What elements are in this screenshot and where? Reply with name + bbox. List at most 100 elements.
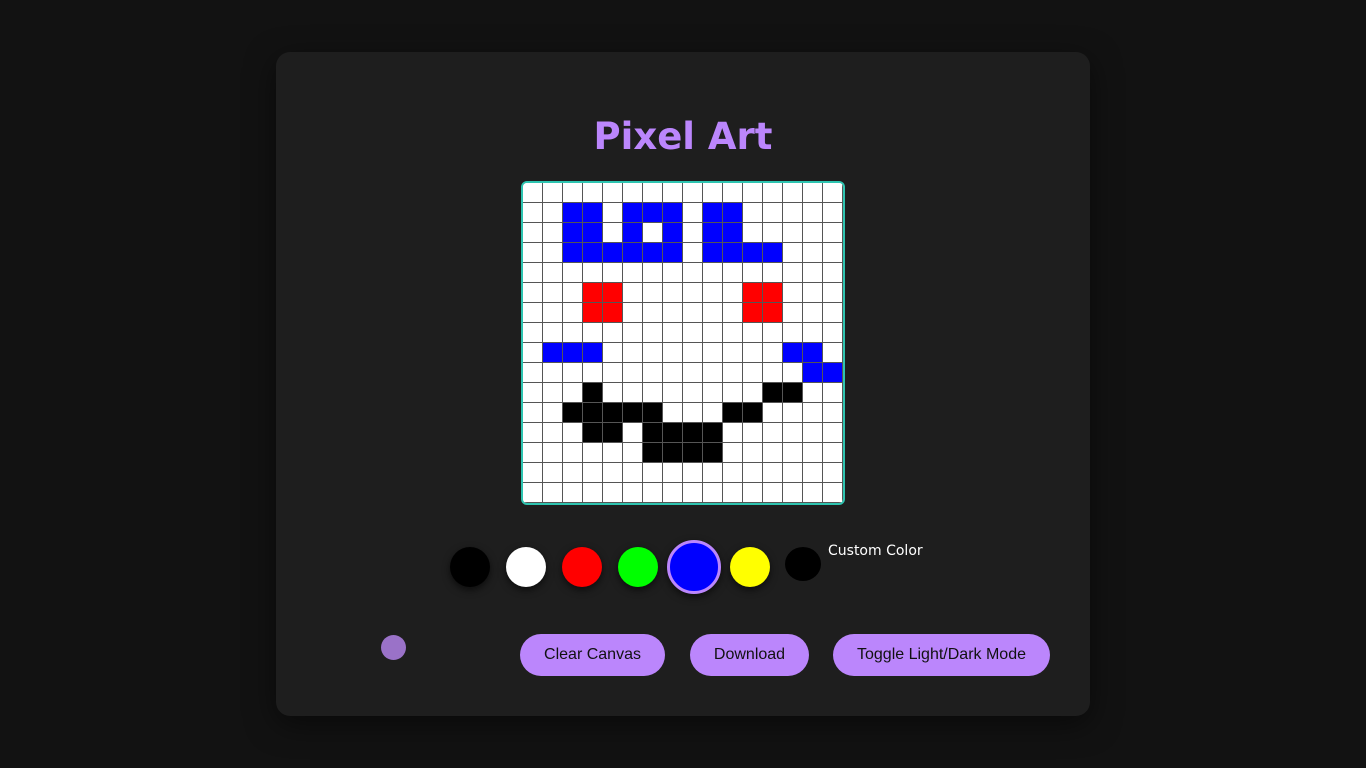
pixel-cell[interactable]: [583, 463, 603, 483]
pixel-cell[interactable]: [663, 243, 683, 263]
pixel-cell[interactable]: [663, 283, 683, 303]
pixel-cell[interactable]: [743, 323, 763, 343]
pixel-cell[interactable]: [543, 303, 563, 323]
pixel-cell[interactable]: [523, 463, 543, 483]
pixel-cell[interactable]: [703, 423, 723, 443]
pixel-cell[interactable]: [663, 423, 683, 443]
pixel-cell[interactable]: [563, 323, 583, 343]
pixel-cell[interactable]: [523, 243, 543, 263]
pixel-cell[interactable]: [603, 303, 623, 323]
pixel-cell[interactable]: [623, 303, 643, 323]
pixel-cell[interactable]: [523, 323, 543, 343]
pixel-cell[interactable]: [583, 323, 603, 343]
pixel-cell[interactable]: [703, 263, 723, 283]
pixel-cell[interactable]: [803, 323, 823, 343]
pixel-cell[interactable]: [783, 283, 803, 303]
pixel-cell[interactable]: [823, 283, 843, 303]
pixel-cell[interactable]: [743, 223, 763, 243]
pixel-cell[interactable]: [823, 343, 843, 363]
pixel-cell[interactable]: [723, 423, 743, 443]
pixel-cell[interactable]: [683, 263, 703, 283]
pixel-cell[interactable]: [623, 343, 643, 363]
pixel-cell[interactable]: [543, 383, 563, 403]
pixel-cell[interactable]: [803, 383, 823, 403]
pixel-cell[interactable]: [623, 483, 643, 503]
pixel-cell[interactable]: [803, 483, 823, 503]
pixel-cell[interactable]: [603, 263, 623, 283]
pixel-cell[interactable]: [703, 383, 723, 403]
pixel-cell[interactable]: [823, 383, 843, 403]
pixel-cell[interactable]: [743, 463, 763, 483]
pixel-cell[interactable]: [823, 203, 843, 223]
pixel-cell[interactable]: [783, 383, 803, 403]
pixel-cell[interactable]: [803, 263, 823, 283]
pixel-cell[interactable]: [763, 483, 783, 503]
pixel-cell[interactable]: [583, 243, 603, 263]
pixel-cell[interactable]: [543, 263, 563, 283]
pixel-cell[interactable]: [823, 323, 843, 343]
pixel-cell[interactable]: [563, 203, 583, 223]
pixel-cell[interactable]: [523, 343, 543, 363]
pixel-cell[interactable]: [723, 443, 743, 463]
pixel-cell[interactable]: [603, 423, 623, 443]
pixel-cell[interactable]: [723, 183, 743, 203]
pixel-cell[interactable]: [643, 263, 663, 283]
pixel-cell[interactable]: [603, 203, 623, 223]
pixel-cell[interactable]: [563, 363, 583, 383]
pixel-cell[interactable]: [703, 223, 723, 243]
pixel-cell[interactable]: [703, 203, 723, 223]
pixel-cell[interactable]: [723, 283, 743, 303]
pixel-cell[interactable]: [743, 303, 763, 323]
pixel-cell[interactable]: [643, 243, 663, 263]
pixel-cell[interactable]: [603, 323, 623, 343]
pixel-cell[interactable]: [523, 423, 543, 443]
pixel-cell[interactable]: [723, 223, 743, 243]
pixel-cell[interactable]: [563, 343, 583, 363]
pixel-cell[interactable]: [703, 483, 723, 503]
pixel-cell[interactable]: [763, 303, 783, 323]
color-swatch-white[interactable]: [506, 547, 546, 587]
pixel-cell[interactable]: [823, 263, 843, 283]
pixel-cell[interactable]: [643, 183, 663, 203]
pixel-cell[interactable]: [523, 263, 543, 283]
pixel-cell[interactable]: [783, 263, 803, 283]
pixel-canvas[interactable]: [521, 181, 845, 505]
pixel-cell[interactable]: [663, 403, 683, 423]
pixel-cell[interactable]: [743, 443, 763, 463]
pixel-cell[interactable]: [643, 423, 663, 443]
pixel-cell[interactable]: [563, 283, 583, 303]
pixel-cell[interactable]: [803, 423, 823, 443]
pixel-cell[interactable]: [663, 203, 683, 223]
pixel-cell[interactable]: [623, 203, 643, 223]
pixel-cell[interactable]: [823, 223, 843, 243]
pixel-cell[interactable]: [563, 303, 583, 323]
pixel-cell[interactable]: [743, 263, 763, 283]
pixel-cell[interactable]: [643, 283, 663, 303]
pixel-cell[interactable]: [763, 363, 783, 383]
pixel-cell[interactable]: [623, 383, 643, 403]
download-button[interactable]: Download: [690, 634, 809, 676]
pixel-cell[interactable]: [603, 243, 623, 263]
pixel-cell[interactable]: [703, 323, 723, 343]
pixel-cell[interactable]: [803, 363, 823, 383]
pixel-cell[interactable]: [783, 483, 803, 503]
pixel-cell[interactable]: [763, 383, 783, 403]
color-swatch-yellow[interactable]: [730, 547, 770, 587]
pixel-cell[interactable]: [703, 463, 723, 483]
pixel-cell[interactable]: [723, 323, 743, 343]
pixel-cell[interactable]: [623, 363, 643, 383]
pixel-cell[interactable]: [783, 463, 803, 483]
pixel-cell[interactable]: [743, 203, 763, 223]
pixel-cell[interactable]: [663, 263, 683, 283]
pixel-cell[interactable]: [763, 463, 783, 483]
pixel-cell[interactable]: [683, 223, 703, 243]
pixel-cell[interactable]: [603, 483, 623, 503]
pixel-cell[interactable]: [803, 463, 823, 483]
color-swatch-blue[interactable]: [667, 540, 721, 594]
pixel-cell[interactable]: [603, 443, 623, 463]
pixel-cell[interactable]: [523, 363, 543, 383]
pixel-cell[interactable]: [623, 463, 643, 483]
pixel-cell[interactable]: [803, 243, 823, 263]
pixel-cell[interactable]: [563, 443, 583, 463]
pixel-cell[interactable]: [543, 323, 563, 343]
